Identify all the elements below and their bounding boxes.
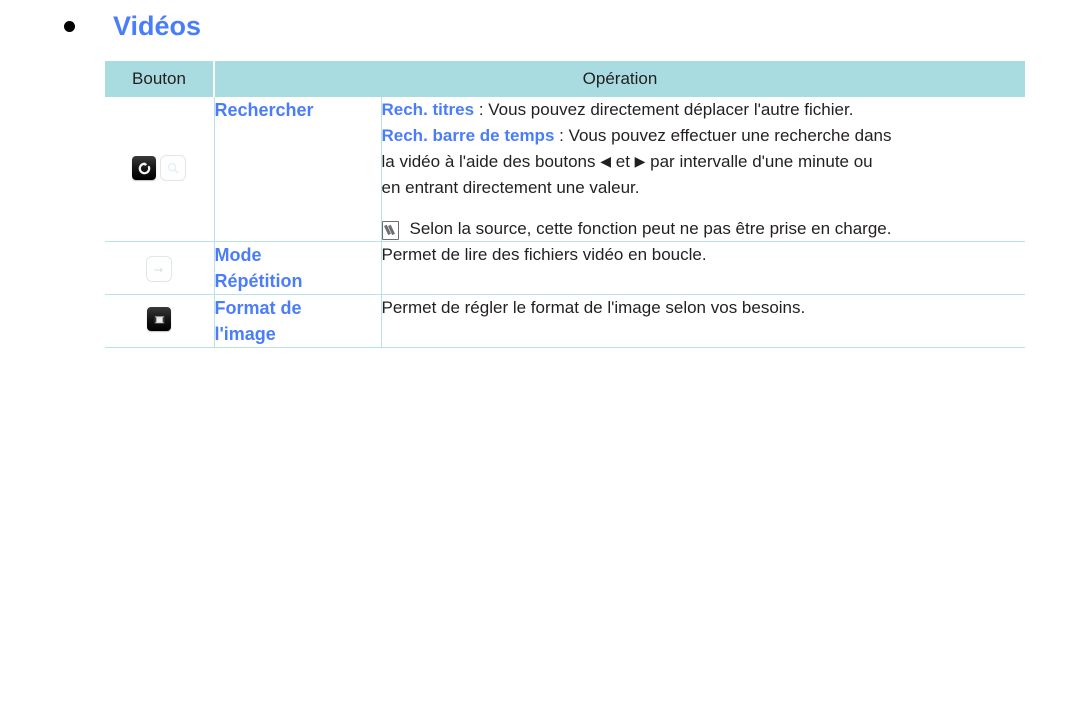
description-text: et xyxy=(611,152,635,171)
operation-name-second-line: l'image xyxy=(214,324,276,344)
remote-key-group xyxy=(105,97,214,181)
remote-key-group xyxy=(105,295,214,331)
description-term: Rech. titres xyxy=(381,100,475,119)
page-title: Vidéos xyxy=(113,11,202,41)
table-row: Format de l'image Permet de régler le fo… xyxy=(105,294,1026,348)
description-line: Permet de régler le format de l'image se… xyxy=(381,298,806,317)
note-text: Selon la source, cette fonction peut ne … xyxy=(409,219,892,238)
description-term: Rech. barre de temps xyxy=(381,126,555,145)
column-header-button: Bouton xyxy=(105,61,215,97)
operation-name-second-line: Répétition xyxy=(214,271,303,291)
description-line: en entrant directement une valeur. xyxy=(381,178,640,197)
description-line: la vidéo à l'aide des boutons ◀ et ▶ par… xyxy=(382,149,1026,175)
table-header-row: Bouton Opération xyxy=(105,61,1026,97)
picture-format-key-icon xyxy=(147,307,172,331)
description-line: Rech. titres : Vous pouvez directement d… xyxy=(382,97,1026,123)
description-line: Rech. barre de temps : Vous pouvez effec… xyxy=(382,123,1026,149)
table-row: Mode Répétition Permet de lire des fichi… xyxy=(105,241,1026,295)
magnifier-key-icon xyxy=(160,155,187,181)
page-heading: Vidéos xyxy=(64,11,201,41)
left-arrow-icon: ◀ xyxy=(600,153,612,169)
row-button-cell xyxy=(105,97,215,242)
table-body: Rechercher Rech. titres : Vous pouvez di… xyxy=(105,97,1026,348)
note-row: Selon la source, cette fonction peut ne … xyxy=(381,217,1026,241)
note-pencil-icon xyxy=(381,221,399,240)
operation-name: Rechercher xyxy=(214,100,314,120)
description-text: la vidéo à l'aide des boutons xyxy=(381,152,601,171)
description-text: : Vous pouvez effectuer une recherche da… xyxy=(554,126,892,145)
row-description-cell: Permet de lire des fichiers vidéo en bou… xyxy=(381,241,1026,295)
row-name-cell: Mode Répétition xyxy=(214,241,382,295)
remote-key-group xyxy=(105,242,214,282)
operation-name: Format de xyxy=(214,298,302,318)
column-header-operation: Opération xyxy=(214,61,1026,97)
bullet-dot-icon xyxy=(64,20,75,32)
page-root: Vidéos Bouton Opération Rechercher Rech.… xyxy=(0,0,1080,705)
right-arrow-icon: ▶ xyxy=(634,153,646,169)
operations-table: Bouton Opération Rechercher Rech. titres… xyxy=(105,61,1026,348)
row-button-cell xyxy=(105,241,215,295)
rotate-search-key-icon xyxy=(132,156,157,180)
description-line: Permet de lire des fichiers vidéo en bou… xyxy=(381,245,707,264)
row-name-cell: Rechercher xyxy=(214,97,382,242)
row-description-cell: Rech. titres : Vous pouvez directement d… xyxy=(381,97,1026,242)
description-text: par intervalle d'une minute ou xyxy=(645,152,873,171)
row-button-cell xyxy=(105,294,215,348)
description-text: : Vous pouvez directement déplacer l'aut… xyxy=(474,100,854,119)
row-description-cell: Permet de régler le format de l'image se… xyxy=(381,294,1026,348)
table-row: Rechercher Rech. titres : Vous pouvez di… xyxy=(105,97,1026,242)
arrow-right-key-icon xyxy=(146,256,173,282)
operation-name: Mode xyxy=(214,245,262,265)
table-header: Bouton Opération xyxy=(105,61,1026,97)
row-name-cell: Format de l'image xyxy=(214,294,382,348)
